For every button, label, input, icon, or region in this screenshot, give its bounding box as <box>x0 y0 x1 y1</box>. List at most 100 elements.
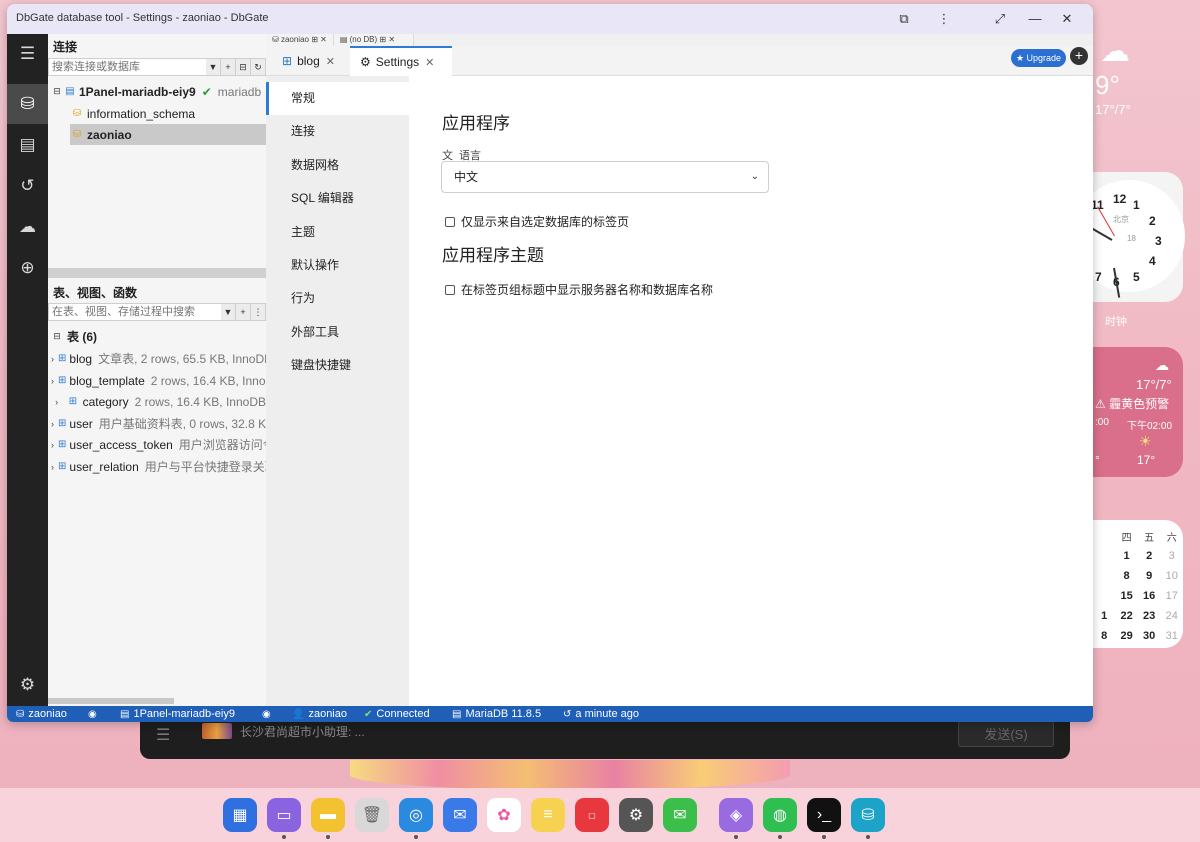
table-name: user <box>69 416 93 431</box>
send-button[interactable]: 发送(S) <box>958 721 1054 747</box>
settings-nav-datagrid[interactable]: 数据网格 <box>266 149 409 182</box>
chat-thumbnail <box>202 723 232 739</box>
server-icon: ▤ <box>452 708 462 720</box>
cloud-icon[interactable]: ☁ <box>7 207 48 247</box>
table-row[interactable]: › ⊞ user 用户基础资料表, 0 rows, 32.8 KB <box>51 413 266 434</box>
status-palette-icon[interactable]: ◉ <box>88 707 101 721</box>
show-server-db-checkbox[interactable]: 在标签页组标题中显示服务器名称和数据库名称 <box>445 281 713 298</box>
tab-group-nodb[interactable]: ▤ (no DB) ⊞ ✕ <box>333 34 414 46</box>
collapse-box-icon[interactable]: ⊟ <box>51 331 63 342</box>
horizontal-scrollbar[interactable] <box>48 698 174 704</box>
database-icon: ⛁ <box>72 129 82 140</box>
table-name: blog_template <box>69 373 145 388</box>
panel-splitter[interactable] <box>48 268 266 278</box>
settings-nav-connection[interactable]: 连接 <box>266 115 409 148</box>
new-tab-icon[interactable]: + <box>1070 47 1088 65</box>
status-server[interactable]: ▤ 1Panel-mariadb-eiy9 <box>120 707 235 721</box>
add-circle-icon[interactable]: ⊕ <box>7 248 48 288</box>
table-row[interactable]: › ⊞ blog 文章表, 2 rows, 65.5 KB, InnoDB <box>51 348 266 369</box>
wechat-icon[interactable]: ◍ <box>763 798 797 839</box>
more-options-icon[interactable]: ⋮ <box>934 9 954 29</box>
add-object-icon[interactable]: + <box>236 303 251 321</box>
tab-label: Settings <box>375 55 420 69</box>
minimize-icon[interactable]: — <box>1025 9 1045 29</box>
chevron-right-icon[interactable]: › <box>51 397 62 407</box>
settings-nav-general[interactable]: 常规 <box>266 82 409 115</box>
history-icon[interactable]: ↺ <box>7 166 48 206</box>
mail-icon[interactable]: ✉ <box>443 798 477 832</box>
check-circle-icon: ✔ <box>364 708 373 720</box>
status-user[interactable]: 👤 zaoniao <box>292 707 347 721</box>
collapse-icon[interactable]: ⊟ <box>236 58 251 76</box>
notes-icon[interactable]: ≡ <box>531 798 565 832</box>
checkbox[interactable] <box>445 216 455 227</box>
calendar-widget[interactable]: 四 五 六 1 2 3 8 9 10 15 16 17 1 22 23 24 8… <box>1093 520 1183 648</box>
extension-icon[interactable]: ⧉ <box>894 9 914 29</box>
widget-t2: 17° <box>1137 453 1156 467</box>
settings-nav-external-tools[interactable]: 外部工具 <box>266 316 409 349</box>
clock-widget[interactable]: 1 2 3 4 5 6 7 11 12 18 北京 <box>1073 172 1185 302</box>
table-info: 2 rows, 16.4 KB, InnoDB <box>134 394 266 409</box>
palette-icon: ◉ <box>262 708 271 720</box>
settings-gear-icon[interactable]: ⚙ <box>7 665 48 705</box>
terminal-icon[interactable]: ›_ <box>807 798 841 839</box>
menu-icon: ☰ <box>156 727 171 744</box>
connections-search-input[interactable] <box>48 58 206 76</box>
server-node[interactable]: ⊟ ▤ 1Panel-mariadb-eiy9 ✔ mariadb <box>51 81 266 102</box>
upgrade-button[interactable]: ★ Upgrade <box>1011 49 1066 67</box>
table-row[interactable]: › ⊞ user_access_token 用户浏览器访问令牌 <box>51 434 266 455</box>
status-database[interactable]: ⛁ zaoniao <box>16 707 67 721</box>
table-row[interactable]: › ⊞ category 2 rows, 16.4 KB, InnoDB <box>51 391 266 412</box>
settings-nav-theme[interactable]: 主题 <box>266 216 409 249</box>
refresh-icon[interactable]: ↻ <box>251 58 266 76</box>
gallery-icon[interactable]: ✿ <box>487 798 521 832</box>
messages-icon[interactable]: ✉ <box>663 798 697 832</box>
settings-nav-behavior[interactable]: 行为 <box>266 282 409 315</box>
settings-nav-sql-editor[interactable]: SQL 编辑器 <box>266 182 409 215</box>
status-palette-icon-2[interactable]: ◉ <box>262 707 275 721</box>
assistant-icon[interactable]: ◈ <box>719 798 753 839</box>
settings-nav-keyboard-shortcuts[interactable]: 键盘快捷键 <box>266 349 409 382</box>
language-select[interactable]: 中文 ⌄ <box>441 161 769 193</box>
database-node[interactable]: ⛁ information_schema <box>70 103 266 124</box>
close-tab-icon[interactable]: ✕ <box>425 56 434 69</box>
chevron-right-icon[interactable]: › <box>51 419 54 429</box>
file-icon[interactable]: ▤ <box>7 125 48 165</box>
restore-icon[interactable]: ⤢ <box>990 9 1010 29</box>
chevron-right-icon[interactable]: › <box>51 440 54 450</box>
checkbox[interactable] <box>445 284 455 295</box>
files-icon[interactable]: ▬ <box>311 798 345 839</box>
close-tab-icon[interactable]: ✕ <box>326 55 335 68</box>
trash-icon[interactable]: 🗑 <box>355 798 389 832</box>
table-row[interactable]: › ⊞ user_relation 用户与平台快捷登录关联 <box>51 456 266 477</box>
tables-group[interactable]: ⊟ 表 (6) <box>51 326 266 347</box>
hamburger-icon[interactable]: ☰ <box>7 34 48 74</box>
tab-settings[interactable]: ⚙ Settings ✕ <box>350 46 452 76</box>
database-icon[interactable]: ⛁ <box>7 84 48 124</box>
filter-icon[interactable]: ▼ <box>206 58 221 76</box>
folder-app-icon[interactable]: ▭ <box>267 798 301 839</box>
collapse-box-icon[interactable]: ⊟ <box>51 86 63 97</box>
theme-section-title: 应用程序主题 <box>442 246 544 265</box>
chevron-right-icon[interactable]: › <box>51 376 54 386</box>
database-node-selected[interactable]: ⛁ zaoniao <box>70 124 266 145</box>
add-connection-icon[interactable]: + <box>221 58 236 76</box>
app-gallery-icon[interactable]: ▢ <box>575 798 609 832</box>
tab-group-zaoniao[interactable]: ⛁ zaoniao ⊞ ✕ <box>266 34 334 46</box>
settings-nav-default-actions[interactable]: 默认操作 <box>266 249 409 282</box>
table-row[interactable]: › ⊞ blog_template 2 rows, 16.4 KB, InnoD… <box>51 370 266 391</box>
chevron-right-icon[interactable]: › <box>51 354 54 364</box>
chevron-right-icon[interactable]: › <box>51 462 54 472</box>
weather-widget[interactable]: ☁ 17°/7° ⚠ 霾黄色预警 :00 下午02:00 ☀ ° 17° <box>1093 347 1183 477</box>
dbgate-icon[interactable]: ⛁ <box>851 798 885 839</box>
filter-icon[interactable]: ▼ <box>221 303 236 321</box>
close-icon[interactable]: ✕ <box>1057 9 1077 29</box>
browser-icon[interactable]: ◎ <box>399 798 433 839</box>
settings-app-icon[interactable]: ⚙ <box>619 798 653 832</box>
app-launcher-icon[interactable]: ▦ <box>223 798 257 832</box>
more-icon[interactable]: ⋮ <box>251 303 266 321</box>
tab-blog[interactable]: ⊞ blog ✕ <box>272 46 345 76</box>
objects-search-input[interactable] <box>48 303 221 321</box>
gear-icon: ⚙ <box>360 55 371 69</box>
only-show-tabs-checkbox[interactable]: 仅显示来自选定数据库的标签页 <box>445 213 629 230</box>
